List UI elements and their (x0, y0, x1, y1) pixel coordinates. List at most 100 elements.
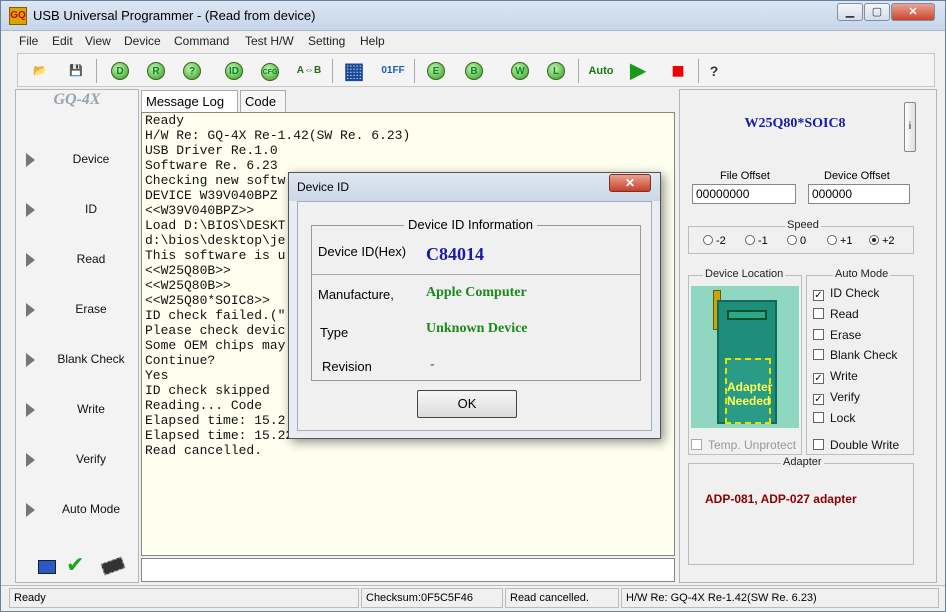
menu-view[interactable]: View (85, 34, 111, 48)
calculator-icon[interactable]: ▦ (340, 57, 368, 85)
radio-label: -1 (758, 235, 768, 247)
run-icon[interactable]: ▶ (624, 57, 652, 85)
radio-label: 0 (800, 235, 807, 247)
speed-radio-0[interactable]: 0 (787, 235, 806, 247)
stop-icon[interactable]: ■ (664, 57, 692, 85)
toolbar-separator (414, 59, 415, 83)
auto-icon[interactable]: Auto (584, 57, 618, 85)
checkbox-label: Erase (830, 327, 862, 342)
radio-label: +2 (882, 235, 895, 247)
nav-verify[interactable]: Verify (26, 451, 138, 471)
dialog-close-button[interactable]: ✕ (609, 174, 651, 192)
config-icon[interactable]: CFG (256, 57, 284, 85)
menu-file[interactable]: File (19, 34, 38, 48)
blank-icon[interactable]: B (460, 57, 488, 85)
radio-label: +1 (840, 235, 853, 247)
file-offset-field[interactable]: 00000000 (692, 184, 796, 204)
menu-device[interactable]: Device (124, 34, 161, 48)
log-line: USB Driver Re.1.0 (145, 143, 278, 158)
menu-test-hw[interactable]: Test H/W (245, 34, 294, 48)
menu-bar: File Edit View Device Command Test H/W S… (13, 32, 933, 52)
write-icon[interactable]: W (506, 57, 534, 85)
read-icon[interactable]: R (142, 57, 170, 85)
speed-radio-minus1[interactable]: -1 (745, 235, 768, 247)
device-offset-label: Device Offset (824, 170, 890, 182)
read-id-glyph: ID (225, 62, 243, 80)
checked-box-icon: ✓ (813, 290, 824, 301)
socket-pins (727, 310, 767, 320)
lock-glyph: L (547, 62, 565, 80)
zif-socket-image: Adapter Needed (691, 286, 799, 428)
close-button[interactable]: ✕ (891, 3, 935, 21)
auto-mode-checkbox-blank-check[interactable]: Blank Check (813, 348, 897, 362)
blank-check-icon[interactable]: ? (178, 57, 206, 85)
nav-device[interactable]: Device (26, 151, 138, 171)
revision-label: Revision (322, 359, 372, 374)
speed-radio-plus2[interactable]: +2 (869, 235, 895, 247)
arrow-icon (26, 353, 35, 367)
adapter-needed-box: Adapter Needed (725, 358, 772, 424)
manufacture-value: Apple Computer (426, 285, 527, 300)
read-id-icon[interactable]: ID (220, 57, 248, 85)
checkbox-label: Blank Check (830, 348, 898, 363)
auto-mode-checkbox-lock[interactable]: Lock (813, 411, 855, 425)
app-icon: GQ (9, 7, 27, 25)
tab-message-log[interactable]: Message Log (141, 90, 238, 112)
arrow-icon (26, 253, 35, 267)
nav-read[interactable]: Read (26, 251, 138, 271)
nav-label: Write (77, 402, 105, 416)
chip-name: W25Q80*SOIC8 (744, 116, 846, 131)
auto-mode-checkbox-write[interactable]: ✓ Write (813, 369, 858, 385)
ok-button[interactable]: OK (417, 390, 517, 418)
detect-device-icon[interactable]: D (106, 57, 134, 85)
save-icon[interactable]: 💾 (62, 57, 90, 85)
nav-blank-check[interactable]: Blank Check (26, 351, 138, 371)
menu-help[interactable]: Help (360, 34, 385, 48)
blank-glyph: B (465, 62, 483, 80)
checked-box-icon: ✓ (813, 373, 824, 385)
speed-radio-plus1[interactable]: +1 (827, 235, 853, 247)
command-input[interactable] (141, 558, 675, 582)
open-icon[interactable]: 📂 (26, 57, 54, 85)
chip-icon (100, 556, 126, 576)
nav-erase[interactable]: Erase (26, 301, 138, 321)
lock-icon[interactable]: L (542, 57, 570, 85)
arrow-icon (26, 453, 35, 467)
device-offset-field[interactable]: 000000 (808, 184, 910, 204)
maximize-button[interactable]: ▢ (864, 3, 890, 21)
nav-id[interactable]: ID (26, 201, 138, 221)
minimize-button[interactable]: ▁ (837, 3, 863, 21)
compare-icon[interactable]: A⇔B (292, 57, 326, 85)
auto-mode-checkbox-verify[interactable]: ✓ Verify (813, 390, 860, 405)
checksum-icon[interactable]: 01FF (376, 57, 410, 85)
log-line: Read cancelled. (145, 443, 263, 458)
menu-edit[interactable]: Edit (52, 34, 73, 48)
double-write-checkbox[interactable]: Double Write (813, 438, 899, 452)
checkbox-label: Lock (830, 410, 856, 425)
erase-icon[interactable]: E (422, 57, 450, 85)
nav-write[interactable]: Write (26, 401, 138, 421)
speed-radio-minus2[interactable]: -2 (703, 235, 726, 247)
nav-label: Read (76, 252, 106, 266)
auto-mode-checkbox-read[interactable]: Read (813, 307, 859, 321)
type-label: Type (320, 325, 349, 340)
nav-auto-mode[interactable]: Auto Mode (26, 501, 138, 521)
window-title: USB Universal Programmer - (Read from de… (33, 8, 316, 23)
device-location-label: Device Location (703, 268, 786, 280)
unchecked-box-icon (813, 349, 824, 361)
tab-code[interactable]: Code (240, 90, 286, 112)
socket-body: Adapter Needed (717, 300, 777, 424)
checkmark-icon: ✔ (66, 552, 85, 577)
auto-mode-checkbox-id-check[interactable]: ✓ ID Check (813, 286, 879, 301)
menu-command[interactable]: Command (174, 34, 229, 48)
auto-mode-checkbox-erase[interactable]: Erase (813, 328, 861, 342)
nav-label: Erase (75, 302, 107, 316)
device-location-group: Device Location Adapter Needed Temp. Unp… (688, 268, 802, 455)
help-icon[interactable]: ? (700, 57, 728, 85)
left-navigation-pane: Device ID Read Erase Blank Check Write V… (15, 89, 139, 583)
right-settings-pane: W25Q80*SOIC8 i File Offset 00000000 Devi… (679, 89, 937, 583)
chip-info-button[interactable]: i (904, 102, 916, 152)
checkbox-label: Temp. Unprotect (708, 438, 797, 452)
menu-setting[interactable]: Setting (308, 34, 345, 48)
main-window: GQ USB Universal Programmer - (Read from… (0, 0, 946, 612)
